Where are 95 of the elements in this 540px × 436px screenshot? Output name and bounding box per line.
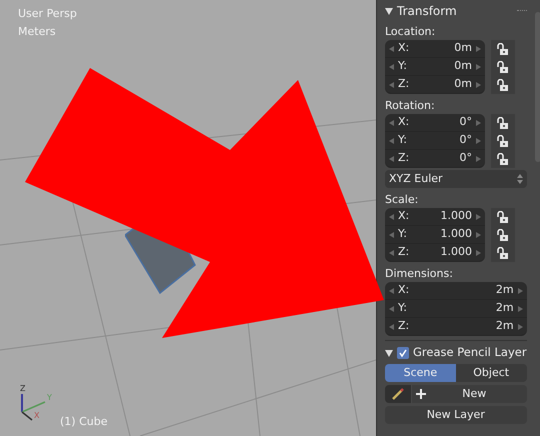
- view-name-label: User Persp: [18, 6, 77, 22]
- decrement-arrow-icon[interactable]: [389, 64, 394, 70]
- x-axis-label: X: [34, 410, 40, 422]
- axis-label: Y:: [398, 58, 407, 74]
- increment-arrow-icon[interactable]: [476, 138, 481, 144]
- decrement-arrow-icon[interactable]: [389, 82, 394, 88]
- increment-arrow-icon[interactable]: [518, 306, 523, 312]
- increment-arrow-icon[interactable]: [476, 156, 481, 162]
- axis-label: Z:: [398, 150, 410, 166]
- number-field[interactable]: Y: 0m: [385, 58, 485, 76]
- number-field[interactable]: X: 0°: [385, 114, 485, 132]
- plus-icon: [416, 389, 426, 399]
- source-tab[interactable]: Scene: [385, 364, 456, 382]
- number-field[interactable]: Y: 1.000: [385, 226, 485, 244]
- decrement-arrow-icon[interactable]: [389, 250, 394, 256]
- field-value: 2m: [496, 282, 514, 298]
- field-value: 0°: [460, 114, 472, 130]
- field-value: 1.000: [440, 226, 472, 242]
- axis-label: X:: [398, 40, 410, 56]
- increment-arrow-icon[interactable]: [476, 64, 481, 70]
- lock-open-icon[interactable]: [497, 210, 509, 224]
- expanded-triangle-icon[interactable]: [385, 7, 393, 15]
- lock-open-icon[interactable]: [497, 152, 509, 166]
- increment-arrow-icon[interactable]: [476, 250, 481, 256]
- lock-open-icon[interactable]: [497, 134, 509, 148]
- increment-arrow-icon[interactable]: [518, 288, 523, 294]
- checkbox[interactable]: [397, 346, 409, 358]
- field-value: 2m: [496, 300, 514, 316]
- drag-handle-icon[interactable]: [516, 10, 527, 12]
- lock-open-icon[interactable]: [497, 246, 509, 260]
- axis-label: Y:: [398, 132, 407, 148]
- group-label: Location:: [385, 25, 436, 38]
- field-value: 0m: [454, 58, 472, 74]
- pencil-icon: [391, 388, 405, 400]
- axis-label: Y:: [398, 226, 407, 242]
- number-field[interactable]: X: 1.000: [385, 208, 485, 226]
- number-field[interactable]: Y: 0°: [385, 132, 485, 150]
- decrement-arrow-icon[interactable]: [389, 288, 394, 294]
- group-label: Scale:: [385, 193, 420, 206]
- number-field[interactable]: Z: 1.000: [385, 244, 485, 262]
- decrement-arrow-icon[interactable]: [389, 120, 394, 126]
- lock-open-icon[interactable]: [497, 60, 509, 74]
- pencil-selector[interactable]: [385, 385, 411, 403]
- decrement-arrow-icon[interactable]: [389, 46, 394, 52]
- new-button[interactable]: New: [412, 385, 527, 403]
- group-label: Rotation:: [385, 99, 436, 112]
- panel-title[interactable]: Grease Pencil Layer: [413, 344, 527, 362]
- y-axis-label: Y: [47, 392, 52, 404]
- field-value: 1.000: [440, 208, 472, 224]
- number-field[interactable]: X: 0m: [385, 40, 485, 58]
- field-value: 1.000: [440, 244, 472, 260]
- z-axis-label: Z: [20, 383, 26, 395]
- decrement-arrow-icon[interactable]: [389, 306, 394, 312]
- axis-label: X:: [398, 208, 410, 224]
- field-value: 2m: [496, 318, 514, 334]
- increment-arrow-icon[interactable]: [476, 120, 481, 126]
- axis-label: X:: [398, 282, 410, 298]
- group-label: Dimensions:: [385, 267, 454, 280]
- axis-label: Z:: [398, 76, 410, 92]
- axis-label: Y:: [398, 300, 407, 316]
- decrement-arrow-icon[interactable]: [389, 156, 394, 162]
- rotation-mode-dropdown[interactable]: XYZ Euler: [385, 170, 527, 188]
- new-layer-button[interactable]: New Layer: [385, 406, 527, 424]
- increment-arrow-icon[interactable]: [476, 82, 481, 88]
- source-tab[interactable]: Object: [456, 364, 527, 382]
- number-field[interactable]: Z: 0m: [385, 76, 485, 94]
- decrement-arrow-icon[interactable]: [389, 232, 394, 238]
- number-field[interactable]: X: 2m: [385, 282, 527, 300]
- decrement-arrow-icon[interactable]: [389, 214, 394, 220]
- object-name-label: (1) Cube: [60, 414, 108, 430]
- axis-label: Z:: [398, 244, 410, 260]
- increment-arrow-icon[interactable]: [518, 324, 523, 330]
- up-down-arrows-icon: [516, 174, 523, 184]
- axis-gizmo-icon: [19, 392, 47, 422]
- lock-open-icon[interactable]: [497, 78, 509, 92]
- lock-open-icon[interactable]: [497, 228, 509, 242]
- number-field[interactable]: Z: 2m: [385, 318, 527, 336]
- increment-arrow-icon[interactable]: [476, 232, 481, 238]
- panel-title[interactable]: Transform: [397, 2, 457, 20]
- field-value: 0m: [454, 76, 472, 92]
- increment-arrow-icon[interactable]: [476, 46, 481, 52]
- field-value: 0°: [460, 132, 472, 148]
- field-value: 0m: [454, 40, 472, 56]
- decrement-arrow-icon[interactable]: [389, 324, 394, 330]
- number-field[interactable]: Y: 2m: [385, 300, 527, 318]
- axis-label: X:: [398, 114, 410, 130]
- expanded-triangle-icon[interactable]: [385, 348, 393, 356]
- field-value: 0°: [460, 150, 472, 166]
- axis-label: Z:: [398, 318, 410, 334]
- decrement-arrow-icon[interactable]: [389, 138, 394, 144]
- number-field[interactable]: Z: 0°: [385, 150, 485, 168]
- lock-open-icon[interactable]: [497, 42, 509, 56]
- lock-open-icon[interactable]: [497, 116, 509, 130]
- increment-arrow-icon[interactable]: [476, 214, 481, 220]
- units-label: Meters: [18, 24, 56, 40]
